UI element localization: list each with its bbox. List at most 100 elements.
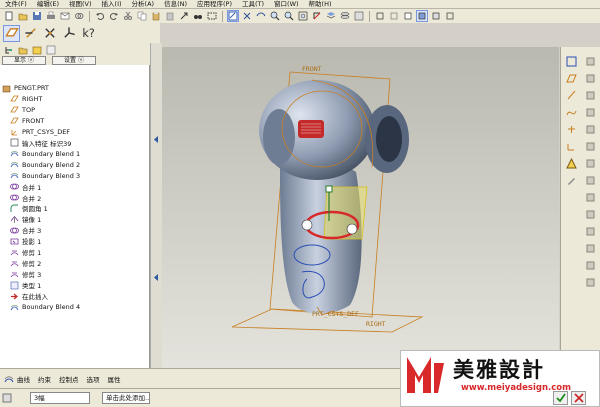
menu-item[interactable]: 工具(T) xyxy=(237,0,269,8)
grille-feature[interactable] xyxy=(298,120,324,138)
find-icon[interactable] xyxy=(192,10,204,22)
select-box-icon[interactable] xyxy=(206,10,218,22)
menu-item[interactable]: 信息(N) xyxy=(159,0,192,8)
orient-icon[interactable] xyxy=(255,10,267,22)
tree-item[interactable]: 合并 1 xyxy=(10,182,41,192)
collapse-arrow-icon[interactable] xyxy=(153,136,159,143)
dashboard-tab[interactable]: 约束 xyxy=(38,374,51,384)
tree-item[interactable]: PRT_CSYS_DEF xyxy=(10,127,70,137)
dashboard-tab[interactable]: 控制点 xyxy=(59,374,79,384)
stop-icon[interactable] xyxy=(2,392,22,404)
feature-tool-icon[interactable] xyxy=(583,123,597,136)
tree-item[interactable]: 投影 1 xyxy=(10,236,41,246)
email-icon[interactable] xyxy=(59,10,71,22)
dashboard-tab[interactable]: 选项 xyxy=(87,374,100,384)
folder-browser-icon[interactable] xyxy=(17,44,29,56)
zoom-in-icon[interactable] xyxy=(269,10,281,22)
paste-icon[interactable] xyxy=(150,10,162,22)
shading-icon[interactable] xyxy=(416,10,428,22)
menu-item[interactable]: 插入(I) xyxy=(97,0,127,8)
sketch-icon[interactable] xyxy=(227,10,239,22)
tree-item[interactable]: 合并 2 xyxy=(10,193,41,203)
feature-tool-icon[interactable] xyxy=(583,225,597,238)
hint-field[interactable]: 单击此处添加... xyxy=(102,392,150,404)
menu-item[interactable]: 文件(F) xyxy=(0,0,32,8)
dashboard-tab[interactable]: 属性 xyxy=(108,374,121,384)
plane-tool-icon[interactable] xyxy=(564,72,578,85)
tree-item[interactable]: Boundary Blend 1 xyxy=(10,149,80,159)
tree-item[interactable]: 修剪 2 xyxy=(10,258,41,268)
feature-tool-icon[interactable] xyxy=(583,191,597,204)
redo-icon[interactable] xyxy=(108,10,120,22)
drag-handle-left[interactable] xyxy=(301,219,313,231)
confirm-button[interactable] xyxy=(553,391,568,405)
feature-tool-icon[interactable] xyxy=(583,55,597,68)
tree-item[interactable]: 在此插入 xyxy=(10,291,48,301)
print-icon[interactable] xyxy=(45,10,57,22)
model-tree-icon[interactable] xyxy=(3,44,15,56)
link-icon[interactable] xyxy=(73,10,85,22)
favorites-icon[interactable] xyxy=(31,44,43,56)
tree-item[interactable]: RIGHT xyxy=(10,94,42,104)
saved-views-icon[interactable] xyxy=(325,10,337,22)
feature-tool-icon[interactable] xyxy=(583,174,597,187)
curve-tool-icon[interactable] xyxy=(564,106,578,119)
view-manager-icon[interactable] xyxy=(353,10,365,22)
csys-tool-icon[interactable] xyxy=(60,25,77,42)
reorient-icon[interactable] xyxy=(311,10,323,22)
tree-item[interactable]: 镜像 1 xyxy=(10,214,41,224)
tree-item[interactable]: 合并 3 xyxy=(10,225,41,235)
sketch-tool-icon[interactable] xyxy=(564,55,578,68)
tree-item[interactable]: Boundary Blend 3 xyxy=(10,171,80,181)
menu-item[interactable]: 编辑(E) xyxy=(32,0,64,8)
cancel-button[interactable] xyxy=(571,391,586,405)
feature-tool-icon[interactable] xyxy=(583,140,597,153)
zoom-out-icon[interactable] xyxy=(283,10,295,22)
analysis-tool-icon[interactable]: k? xyxy=(79,25,96,42)
feature-tool-icon[interactable] xyxy=(583,242,597,255)
open-file-icon[interactable] xyxy=(17,10,29,22)
warning-tool-icon[interactable] xyxy=(564,157,578,170)
feature-tool-icon[interactable] xyxy=(583,208,597,221)
datum-axis-tool-icon[interactable] xyxy=(22,25,39,42)
edit-tool-icon[interactable] xyxy=(564,174,578,187)
settings-dropdown[interactable]: 设置 ⓥ xyxy=(52,56,96,65)
copy-icon[interactable] xyxy=(136,10,148,22)
tree-item[interactable]: Boundary Blend 4 xyxy=(10,302,80,312)
tree-item[interactable]: PENGT.PRT xyxy=(2,83,49,93)
menu-item[interactable]: 应用程序(P) xyxy=(192,0,237,8)
tree-item[interactable]: 输入特征 标识39 xyxy=(10,138,71,148)
tree-item[interactable]: 修剪 3 xyxy=(10,269,41,279)
special-paste-icon[interactable] xyxy=(164,10,176,22)
regenerate-icon[interactable] xyxy=(178,10,190,22)
collapse-arrow-icon[interactable] xyxy=(153,274,159,281)
new-file-icon[interactable] xyxy=(3,10,15,22)
layers-icon[interactable] xyxy=(339,10,351,22)
panel-splitter[interactable] xyxy=(150,43,162,368)
graphics-viewport[interactable]: FRONT PRT_CSYS_DEF RIGHT xyxy=(162,47,559,369)
cut-icon[interactable] xyxy=(122,10,134,22)
no-hidden-icon[interactable] xyxy=(402,10,414,22)
undo-icon[interactable] xyxy=(94,10,106,22)
menu-item[interactable]: 帮助(H) xyxy=(304,0,337,8)
tree-item[interactable]: FRONT xyxy=(10,116,44,126)
hidden-line-icon[interactable] xyxy=(388,10,400,22)
visibility-icon[interactable] xyxy=(444,10,456,22)
enhanced-realism-icon[interactable] xyxy=(430,10,442,22)
feature-tool-icon[interactable] xyxy=(583,259,597,272)
tree-item[interactable]: 修剪 1 xyxy=(10,247,41,257)
tree-item[interactable]: 倒圆角 1 xyxy=(10,203,48,213)
show-dropdown[interactable]: 显示 ⓥ xyxy=(2,56,46,65)
csys-tool-icon[interactable] xyxy=(564,140,578,153)
feature-tool-icon[interactable] xyxy=(583,157,597,170)
connections-icon[interactable] xyxy=(45,44,57,56)
datum-plane-tool-icon[interactable] xyxy=(3,24,20,42)
refit-icon[interactable] xyxy=(297,10,309,22)
drag-handle-right[interactable] xyxy=(346,223,358,235)
feature-tool-icon[interactable] xyxy=(583,106,597,119)
feature-tool-icon[interactable] xyxy=(583,89,597,102)
point-tool-icon[interactable] xyxy=(564,123,578,136)
menu-item[interactable]: 分析(A) xyxy=(127,0,160,8)
tree-item[interactable]: Boundary Blend 2 xyxy=(10,160,80,170)
feature-tool-icon[interactable] xyxy=(583,276,597,289)
